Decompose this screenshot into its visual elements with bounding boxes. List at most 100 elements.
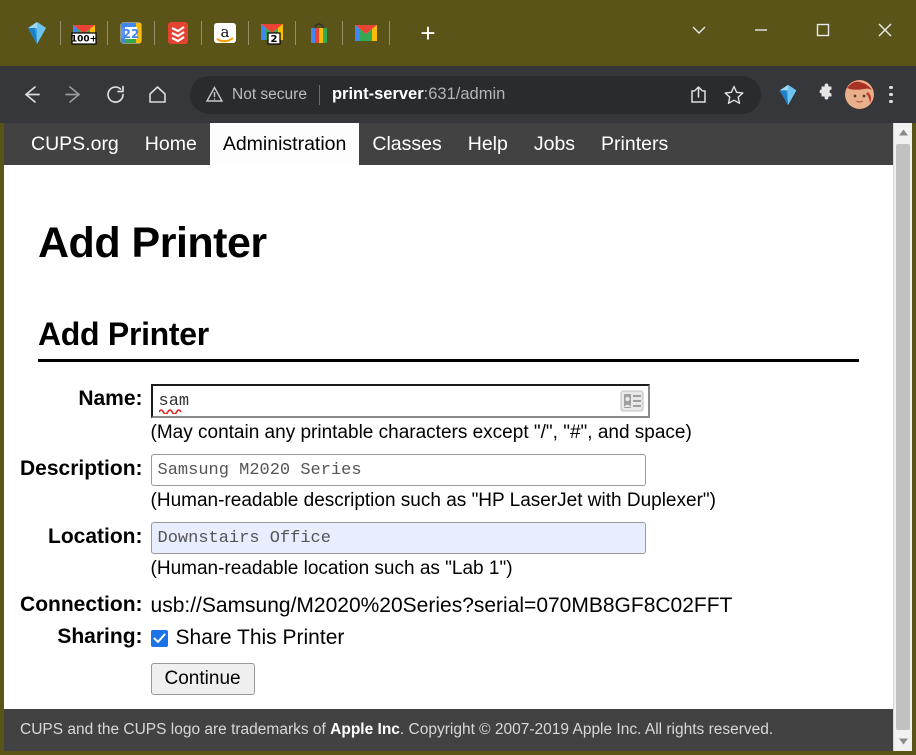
tab-favicon-gmail[interactable] [343,9,389,57]
scrollbar-track[interactable] [894,142,912,732]
extensions-button[interactable] [807,76,845,114]
browser-window: 100+ 22 a 2 + Not secure print-server:63… [0,0,916,755]
page-footer: CUPS and the CUPS logo are trademarks of… [4,709,893,751]
section-divider [38,359,859,362]
scrollbar-down-button[interactable] [894,732,912,751]
svg-text:100+: 100+ [71,35,97,45]
form-row-name-hint: (May contain any printable characters ex… [20,418,732,454]
omnibox-divider [318,84,320,105]
name-input[interactable] [150,384,650,418]
share-button[interactable] [683,80,713,110]
chevron-down-icon [692,26,706,34]
tab-favicon-shopping[interactable] [296,9,342,57]
share-icon [690,86,706,103]
continue-button[interactable]: Continue [150,663,255,695]
reload-button[interactable] [94,74,136,116]
tab-favicon-calendar[interactable]: 22 [108,9,154,57]
menu-dot [889,99,893,104]
star-icon [724,85,744,104]
home-icon [148,86,166,103]
avatar-image [845,80,874,109]
menu-dot [889,85,893,90]
location-hint: (Human-readable location such as "Lab 1"… [150,558,513,579]
nav-item-home[interactable]: Home [132,123,210,165]
home-button[interactable] [136,74,178,116]
name-input-wrapper [150,384,650,418]
scrollbar-up-button[interactable] [894,123,912,142]
form-row-location-hint: (Human-readable location such as "Lab 1"… [20,554,732,590]
nav-item-jobs[interactable]: Jobs [521,123,588,165]
tab-favicon-todoist[interactable] [155,9,201,57]
description-input[interactable] [150,454,646,486]
checkmark-icon [153,633,166,643]
tab-favicon-gem[interactable] [14,9,60,57]
form-row-connection: Connection: usb://Samsung/M2020%20Series… [20,590,732,622]
security-status-label: Not secure [232,85,307,103]
page-content: Add Printer Add Printer Name: sam (May c… [4,165,893,709]
todoist-icon [168,22,188,44]
back-button[interactable] [10,74,52,116]
address-bar[interactable]: Not secure print-server:631/admin [190,75,761,114]
omnibox-actions [683,80,749,110]
tab-favicon-amazon[interactable]: a [202,9,248,57]
url-path: :631/admin [423,85,506,103]
scrollbar-thumb[interactable] [896,144,910,730]
browser-menu-button[interactable] [876,75,906,115]
url-text: print-server:631/admin [332,85,505,104]
nav-item-classes[interactable]: Classes [359,123,454,165]
tab-search-button[interactable] [668,4,730,56]
connection-label: Connection: [20,593,143,616]
close-button[interactable] [854,4,916,56]
minimize-button[interactable] [730,4,792,56]
name-hint: (May contain any printable characters ex… [150,422,692,443]
location-input[interactable] [150,522,646,554]
scroll-down-arrow-icon [898,738,908,745]
bookmark-button[interactable] [719,80,749,110]
gem-icon [28,22,46,44]
share-this-printer-checkbox[interactable] [150,629,168,647]
gem-extension-button[interactable] [769,76,807,114]
scroll-up-arrow-icon [898,129,908,136]
nav-item-help[interactable]: Help [455,123,521,165]
page-scrollbar[interactable] [893,123,912,751]
profile-avatar[interactable] [845,80,874,109]
svg-text:2: 2 [271,34,278,45]
form-row-description-hint: (Human-readable description such as "HP … [20,486,732,522]
contact-card-icon[interactable] [620,390,644,412]
maximize-button[interactable] [792,4,854,56]
description-label: Description: [20,457,143,480]
nav-item-administration[interactable]: Administration [209,123,360,165]
page-title: Add Printer [38,219,267,267]
url-host: print-server [331,85,424,103]
reload-icon [106,85,124,103]
tab-favicon-gmail-100[interactable]: 100+ [61,9,107,57]
tab-strip: 100+ 22 a 2 + [0,0,916,66]
form-row-description: Description: [20,454,732,486]
name-label: Name: [78,387,143,410]
calendar-icon: 22 [120,22,142,44]
tab-favicon-gmail-2[interactable]: 2 [249,9,295,57]
gmail-icon [355,25,377,41]
tab-separator [389,21,390,45]
minimize-icon [755,29,767,31]
footer-text-after: . Copyright © 2007-2019 Apple Inc. All r… [399,721,774,738]
puzzle-piece-icon [819,83,831,100]
back-arrow-icon [24,86,40,103]
form-row-sharing: Sharing: Share This Printer [20,622,732,654]
share-checkbox-row: Share This Printer [150,622,733,654]
cups-page: CUPS.org Home Administration Classes Hel… [4,123,893,751]
forward-button[interactable] [52,74,94,116]
new-tab-button[interactable]: + [406,11,450,55]
form-row-submit: Continue [20,654,732,695]
forward-arrow-icon [64,86,80,103]
gmail-badge-icon: 2 [261,24,283,45]
gmail-badge-icon: 100+ [71,25,97,45]
name-field-cell [150,384,733,418]
tab-list: 100+ 22 a 2 [14,9,390,57]
spacer [20,654,151,695]
spacer [20,486,151,522]
nav-item-cups-org[interactable]: CUPS.org [18,123,132,165]
sharing-field-cell: Share This Printer [150,622,733,654]
nav-item-printers[interactable]: Printers [588,123,681,165]
description-hint: (Human-readable description such as "HP … [150,490,716,511]
